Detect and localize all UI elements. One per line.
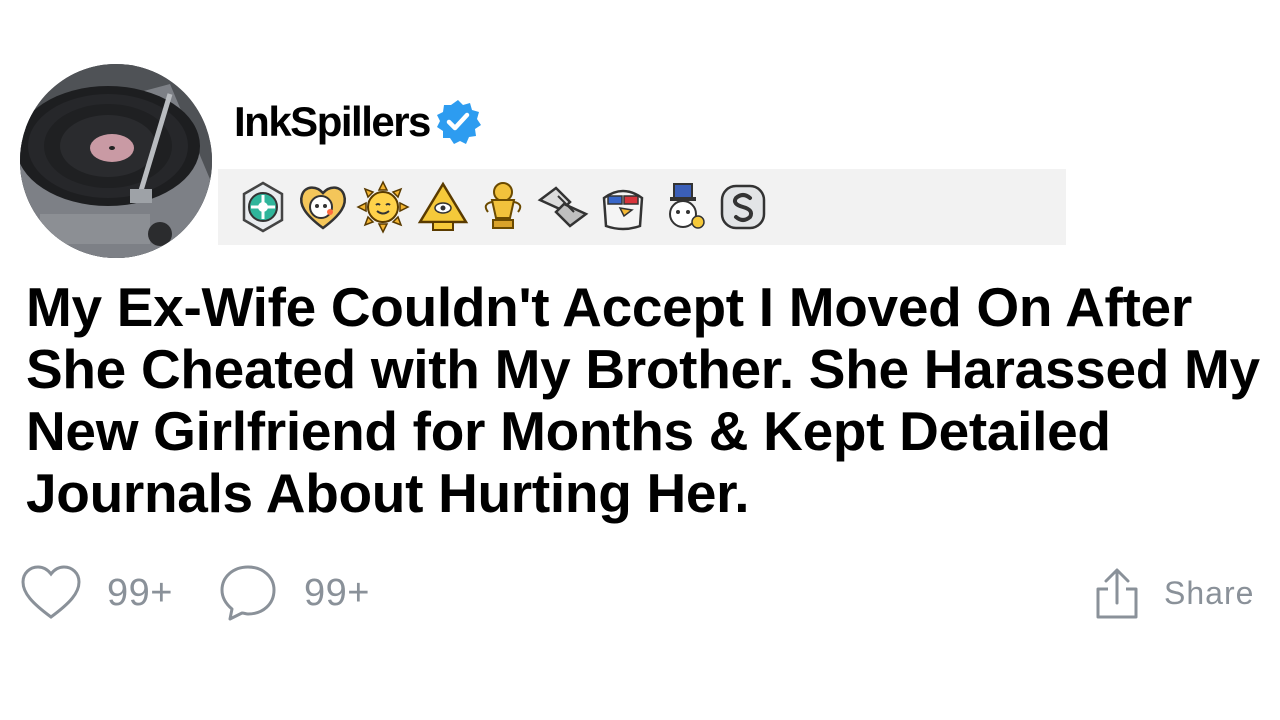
share-icon [1096, 568, 1138, 619]
verified-badge-icon [436, 100, 481, 144]
share-label: Share [1164, 574, 1255, 611]
helpful-award-icon[interactable] [236, 180, 290, 234]
avatar[interactable] [20, 64, 212, 258]
eagle-award-icon[interactable] [596, 180, 650, 234]
wholesome-award-icon[interactable] [296, 180, 350, 234]
action-bar: 99+ 99+ Share [0, 558, 1280, 628]
like-button[interactable] [20, 558, 82, 628]
likes-count: 99+ [107, 571, 173, 614]
comments-count: 99+ [304, 571, 370, 614]
comment-bubble-icon [220, 565, 276, 621]
record-player-image [20, 64, 212, 258]
post-title: My Ex-Wife Couldn't Accept I Moved On Af… [26, 276, 1260, 524]
comments-count-wrap: 99+ [304, 558, 370, 628]
silver-award-icon[interactable] [716, 180, 770, 234]
pyramid-award-icon[interactable] [416, 180, 470, 234]
username-row: InkSpillers [234, 92, 482, 152]
username[interactable]: InkSpillers [234, 98, 431, 146]
awards-bar [218, 169, 1066, 245]
comment-button[interactable] [218, 558, 278, 628]
uncle-sam-award-icon[interactable] [656, 180, 710, 234]
handshake-award-icon[interactable] [536, 180, 590, 234]
share-button[interactable]: Share [1094, 558, 1254, 628]
likes-count-wrap: 99+ [107, 558, 173, 628]
heart-icon [21, 565, 81, 619]
gold-trophy-award-icon[interactable] [476, 180, 530, 234]
sun-award-icon[interactable] [356, 180, 410, 234]
